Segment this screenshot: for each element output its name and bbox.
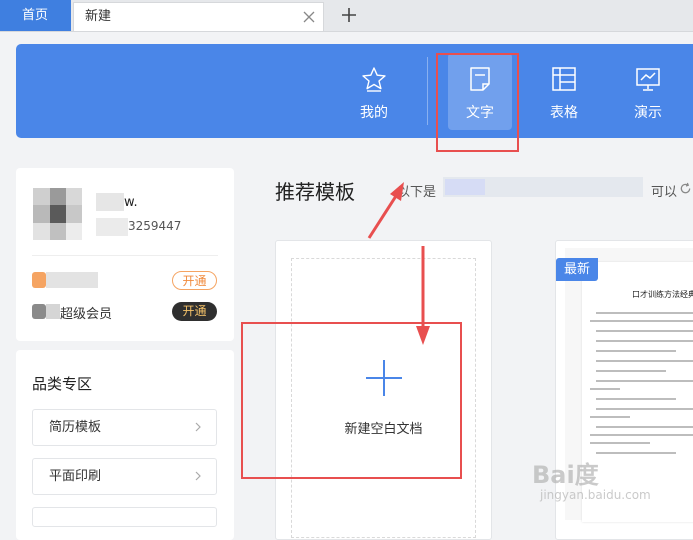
nav-divider	[427, 57, 428, 125]
subtitle-suffix: 可以	[651, 185, 678, 200]
open-button-2[interactable]: 开通	[172, 302, 217, 321]
super-vip-icon	[32, 304, 46, 319]
table-icon	[552, 67, 576, 91]
nav-item-presentation[interactable]: 演示	[613, 44, 683, 138]
nav-label-table: 表格	[550, 105, 578, 121]
category-item-resume[interactable]: 简历模板	[32, 409, 217, 446]
profile-divider	[32, 255, 218, 256]
vip-label-blurred	[46, 272, 98, 288]
presentation-icon	[636, 68, 660, 91]
category-item-label: 简历模板	[49, 420, 102, 435]
watermark-url: jingyan.baidu.com	[540, 488, 651, 502]
chevron-right-icon	[195, 422, 201, 432]
template-doc-title: 口才训练方法经典句子	[632, 290, 693, 299]
highlight-box-text-tab	[436, 53, 519, 152]
tab-home[interactable]: 首页	[0, 0, 71, 31]
nav-item-mine[interactable]: 我的	[339, 44, 409, 138]
refresh-icon[interactable]	[679, 182, 692, 195]
category-item-more[interactable]	[32, 507, 217, 527]
super-vip-label: 超级会员	[60, 307, 113, 322]
category-item-label: 平面印刷	[49, 469, 102, 484]
add-tab-icon[interactable]	[339, 5, 359, 25]
category-title: 品类专区	[32, 375, 93, 393]
profile-id: 3259447	[128, 219, 182, 233]
subtitle-prefix: 以下是	[397, 185, 437, 200]
category-item-print[interactable]: 平面印刷	[32, 458, 217, 495]
star-icon	[362, 67, 386, 92]
close-icon[interactable]	[303, 11, 315, 23]
new-badge: 最新	[556, 258, 598, 281]
highlight-box-blank-doc	[241, 322, 462, 479]
nav-label-mine: 我的	[360, 105, 388, 121]
watermark-brand: Bai度	[532, 461, 599, 489]
page-title: 推荐模板	[275, 180, 355, 204]
tab-new[interactable]: 新建	[73, 2, 324, 31]
tab-bar: 首页 新建	[0, 0, 693, 32]
vip-icon	[32, 272, 46, 288]
tab-new-label: 新建	[85, 9, 112, 24]
open-button-1[interactable]: 开通	[172, 271, 217, 290]
profile-name: w.	[124, 195, 138, 210]
nav-label-presentation: 演示	[634, 105, 662, 121]
nav-item-table[interactable]: 表格	[529, 44, 599, 138]
recommend-subtitle: 以下是	[397, 181, 436, 200]
chevron-right-icon	[195, 471, 201, 481]
subtitle-blurred-accent	[445, 179, 485, 195]
